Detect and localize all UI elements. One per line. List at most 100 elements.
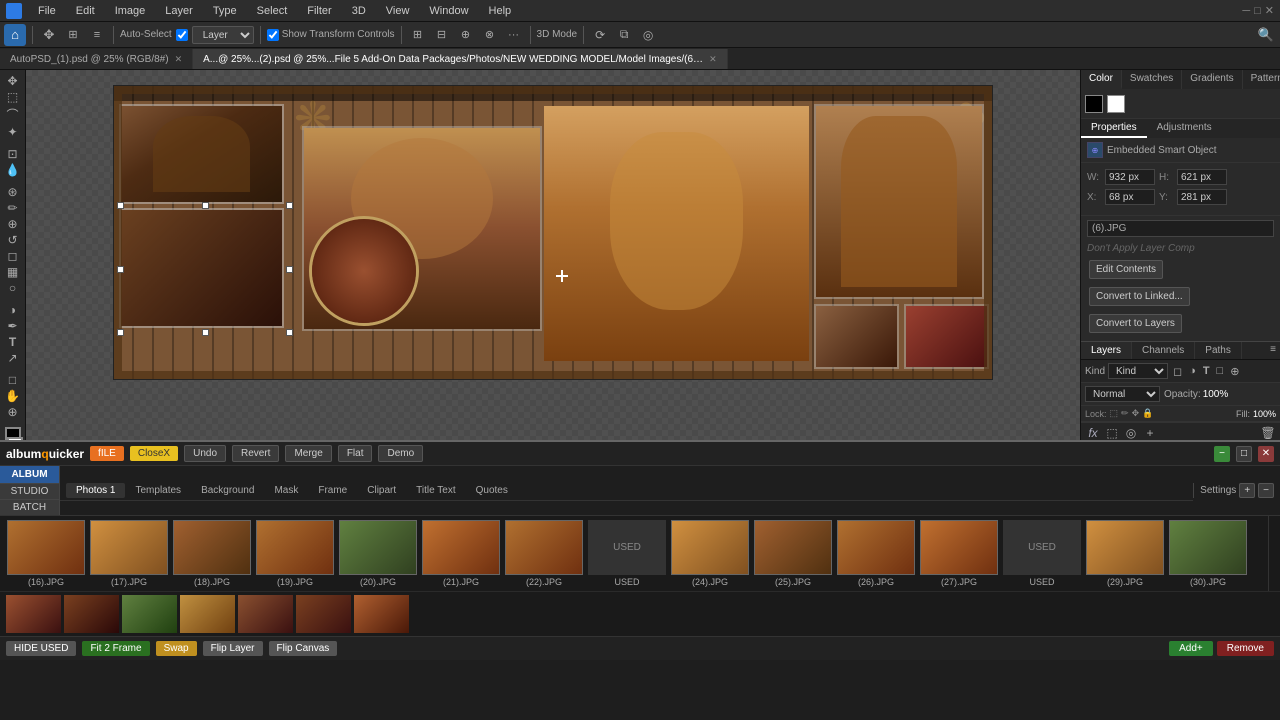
- photo-thumb-25[interactable]: (25).JPG: [753, 520, 833, 587]
- photo-thumb-r2-2[interactable]: [64, 595, 119, 633]
- tab-swatches[interactable]: Swatches: [1122, 70, 1182, 89]
- filter-type-icon[interactable]: T: [1201, 364, 1212, 378]
- search-icon[interactable]: 🔍: [1256, 25, 1276, 45]
- filter-shape-icon[interactable]: □: [1215, 364, 1226, 378]
- home-icon[interactable]: ⌂: [4, 24, 26, 46]
- tb-icon-3[interactable]: ⊕: [456, 25, 476, 45]
- wand-tool[interactable]: ✦: [3, 125, 23, 139]
- tb-icon-2[interactable]: ⊟: [432, 25, 452, 45]
- menu-layer[interactable]: Layer: [161, 3, 197, 19]
- tab-0-close[interactable]: ✕: [175, 54, 183, 65]
- aq-tab-frame[interactable]: Frame: [308, 483, 357, 498]
- aq-file-btn[interactable]: fILE: [90, 446, 124, 461]
- aq-closex-btn[interactable]: CloseX: [130, 446, 178, 461]
- autoselect-select[interactable]: Layer Group: [192, 26, 254, 44]
- autoselect-checkbox[interactable]: [176, 29, 188, 41]
- window-minimize[interactable]: ─: [1242, 5, 1250, 17]
- w-input[interactable]: [1105, 169, 1155, 185]
- photo-thumb-19[interactable]: (19).JPG: [255, 520, 335, 587]
- menu-select[interactable]: Select: [253, 3, 292, 19]
- add-btn[interactable]: Add+: [1169, 641, 1213, 656]
- photo-thumb-used-1[interactable]: USED USED: [587, 520, 667, 587]
- photo-thumb-29[interactable]: (29).JPG: [1085, 520, 1165, 587]
- lasso-tool[interactable]: ⌒: [3, 106, 23, 123]
- spot-heal-tool[interactable]: ⊛: [3, 185, 23, 199]
- transform-handle-ml[interactable]: [117, 266, 124, 273]
- tb-icon-1[interactable]: ⊞: [408, 25, 428, 45]
- zoom-tool[interactable]: ⊕: [3, 405, 23, 419]
- layer-new-btn[interactable]: +: [1142, 426, 1158, 440]
- transform-handle-bl[interactable]: [117, 329, 124, 336]
- menu-file[interactable]: File: [34, 3, 60, 19]
- flip-layer-btn[interactable]: Flip Layer: [203, 641, 263, 656]
- photo-thumb-18[interactable]: (18).JPG: [172, 520, 252, 587]
- layer-fx-btn[interactable]: fx: [1085, 426, 1101, 440]
- photo-thumb-r2-5[interactable]: [238, 595, 293, 633]
- shape-tool[interactable]: □: [3, 373, 23, 387]
- photo-scrollbar[interactable]: [1268, 516, 1280, 591]
- fit2frame-btn[interactable]: Fit 2 Frame: [82, 641, 149, 656]
- aq-flat-btn[interactable]: Flat: [338, 445, 373, 462]
- layer-mask-btn[interactable]: ⬚: [1104, 426, 1120, 440]
- aq-undo-btn[interactable]: Undo: [184, 445, 226, 462]
- transform-handle-tm[interactable]: [202, 202, 209, 209]
- window-maximize[interactable]: □: [1254, 5, 1261, 17]
- photo-thumb-27[interactable]: (27).JPG: [919, 520, 999, 587]
- tb-more[interactable]: ···: [504, 25, 524, 45]
- path-select-tool[interactable]: ↗: [3, 351, 23, 365]
- move-tool-icon[interactable]: ✥: [39, 25, 59, 45]
- show-transform-checkbox[interactable]: [267, 29, 279, 41]
- aq-revert-btn[interactable]: Revert: [232, 445, 279, 462]
- tab-1[interactable]: A...@ 25%...(2).psd @ 25%...File 5 Add-O…: [193, 49, 728, 69]
- flip-canvas-btn[interactable]: Flip Canvas: [269, 641, 338, 656]
- window-close[interactable]: ✕: [1265, 4, 1274, 17]
- type-tool[interactable]: T: [3, 335, 23, 349]
- filter-kind-select[interactable]: Kind: [1108, 363, 1168, 379]
- aq-tab-background[interactable]: Background: [191, 483, 264, 498]
- aq-close-btn[interactable]: ✕: [1258, 446, 1274, 462]
- tb-icon-7[interactable]: ◎: [638, 25, 658, 45]
- photo-thumb-r2-6[interactable]: [296, 595, 351, 633]
- lock-image[interactable]: ✏: [1121, 408, 1129, 419]
- dodge-tool[interactable]: ◑: [3, 303, 23, 317]
- aq-tab-quotes[interactable]: Quotes: [466, 483, 518, 498]
- convert-to-linked-btn[interactable]: Convert to Linked...: [1089, 287, 1190, 306]
- menu-edit[interactable]: Edit: [72, 3, 99, 19]
- aq-tab-clipart[interactable]: Clipart: [357, 483, 406, 498]
- menu-image[interactable]: Image: [111, 3, 150, 19]
- transform-handle-mr[interactable]: [286, 266, 293, 273]
- photo-thumb-16[interactable]: (16).JPG: [6, 520, 86, 587]
- menu-help[interactable]: Help: [485, 3, 516, 19]
- settings-plus-btn[interactable]: +: [1239, 483, 1255, 498]
- menu-view[interactable]: View: [382, 3, 414, 19]
- edit-contents-btn[interactable]: Edit Contents: [1089, 260, 1163, 279]
- layers-menu[interactable]: ≡: [1266, 342, 1280, 359]
- aq-demo-btn[interactable]: Demo: [378, 445, 423, 462]
- transform-handle-br[interactable]: [286, 329, 293, 336]
- gradient-tool[interactable]: ▦: [3, 265, 23, 279]
- photo-thumb-r2-1[interactable]: [6, 595, 61, 633]
- tab-gradients[interactable]: Gradients: [1182, 70, 1242, 89]
- photo-thumb-22[interactable]: (22).JPG: [504, 520, 584, 587]
- transform-icon[interactable]: ⊞: [63, 25, 83, 45]
- lock-all[interactable]: 🔒: [1142, 408, 1153, 419]
- bg-swatch[interactable]: [1107, 95, 1125, 113]
- menu-window[interactable]: Window: [425, 3, 472, 19]
- menu-type[interactable]: Type: [209, 3, 241, 19]
- layer-delete-btn[interactable]: 🗑: [1260, 426, 1276, 440]
- transform-handle-tl[interactable]: [117, 202, 124, 209]
- aq-merge-btn[interactable]: Merge: [285, 445, 331, 462]
- pen-tool[interactable]: ✒: [3, 319, 23, 333]
- tab-properties[interactable]: Properties: [1081, 119, 1147, 138]
- aq-maximize-btn[interactable]: □: [1236, 446, 1252, 462]
- tb-icon-6[interactable]: ⧉: [614, 25, 634, 45]
- aq-tab-titletext[interactable]: Title Text: [406, 483, 465, 498]
- photo-thumb-r2-4[interactable]: [180, 595, 235, 633]
- tab-color[interactable]: Color: [1081, 70, 1122, 89]
- aq-tab-templates[interactable]: Templates: [125, 483, 191, 498]
- menu-3d[interactable]: 3D: [348, 3, 370, 19]
- filter-smart-icon[interactable]: ⊕: [1228, 364, 1241, 379]
- photo-thumb-r2-7[interactable]: [354, 595, 409, 633]
- move-tool[interactable]: ✥: [3, 74, 23, 88]
- photo-thumb-24[interactable]: (24).JPG: [670, 520, 750, 587]
